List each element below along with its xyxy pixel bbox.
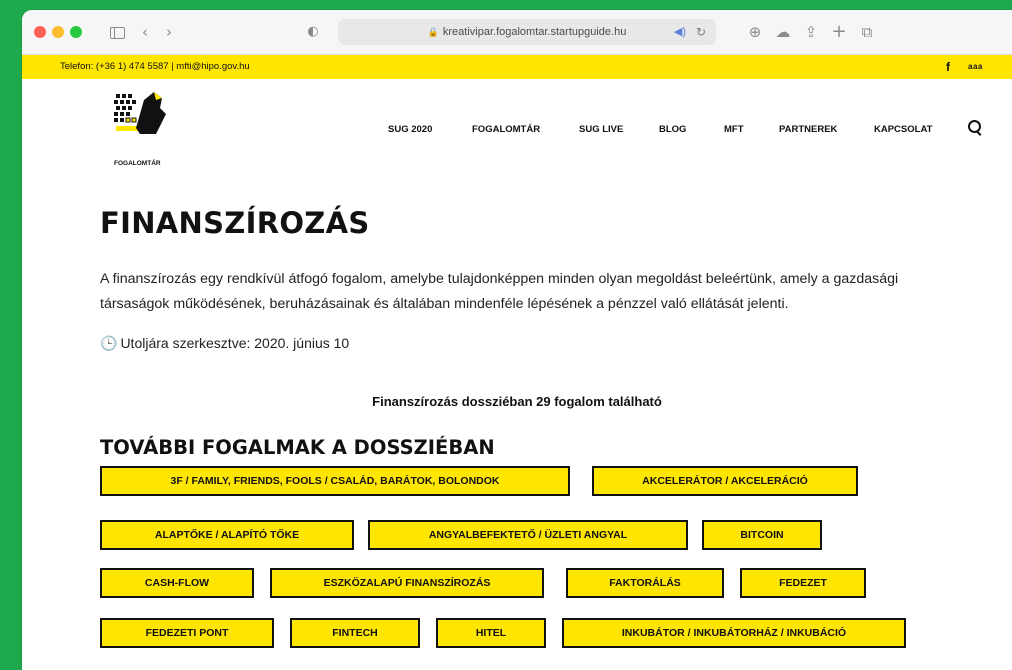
tag-inkubator[interactable]: INKUBÁTOR / INKUBÁTORHÁZ / INKUBÁCIÓ xyxy=(562,618,906,648)
contact-info: Telefon: (+36 1) 474 5587 | mfti@hipo.go… xyxy=(60,61,250,72)
last-edited: 🕒 Utoljára szerkesztve: 2020. június 10 xyxy=(100,335,349,352)
accessibility-icon[interactable]: ааа xyxy=(968,55,983,79)
nav-sug-live[interactable]: SUG LIVE xyxy=(579,122,623,138)
contact-topbar: Telefon: (+36 1) 474 5587 | mfti@hipo.go… xyxy=(22,55,1012,79)
address-text-wrap: 🔒 kreativipar.fogalomtar.startupguide.hu xyxy=(338,19,716,45)
tag-hitel[interactable]: HITEL xyxy=(436,618,546,648)
tag-cash-flow[interactable]: CASH-FLOW xyxy=(100,568,254,598)
zoom-window-button[interactable] xyxy=(70,26,82,38)
nav-partnerek[interactable]: PARTNEREK xyxy=(779,122,837,138)
url-text: kreativipar.fogalomtar.startupguide.hu xyxy=(442,26,627,38)
nav-fogalomtar[interactable]: FOGALOMTÁR xyxy=(472,122,540,138)
nav-blog[interactable]: BLOG xyxy=(659,122,686,138)
nav-sug-2020[interactable]: SUG 2020 xyxy=(388,122,432,138)
reload-icon[interactable]: ↻ xyxy=(696,19,706,45)
clock-icon: 🕒 xyxy=(100,336,118,352)
intro-paragraph: A finanszírozás egy rendkívül átfogó fog… xyxy=(100,271,899,312)
back-arrow-icon[interactable]: ‹ xyxy=(134,20,156,44)
minimize-window-button[interactable] xyxy=(52,26,64,38)
tag-fedezet[interactable]: FEDEZET xyxy=(740,568,866,598)
tag-3f[interactable]: 3F / FAMILY, FRIENDS, FOOLS / CSALÁD, BA… xyxy=(100,466,570,496)
tag-fintech[interactable]: FINTECH xyxy=(290,618,420,648)
tag-faktoralas[interactable]: FAKTORÁLÁS xyxy=(566,568,724,598)
facebook-icon[interactable]: f xyxy=(946,55,950,79)
last-edited-text: Utoljára szerkesztve: 2020. június 10 xyxy=(120,335,350,351)
download-icon[interactable]: ⊕ xyxy=(744,20,766,44)
privacy-shield-icon[interactable]: ◐ xyxy=(302,20,324,44)
tag-bitcoin[interactable]: BITCOIN xyxy=(702,520,822,550)
section-title: TOVÁBBI FOGALMAK A DOSSZIÉBAN xyxy=(100,436,495,459)
browser-toolbar: ‹ › ◐ 🔒 kreativipar.fogalomtar.startupgui… xyxy=(22,10,1012,55)
nav-kapcsolat[interactable]: KAPCSOLAT xyxy=(874,122,932,138)
tag-eszkozalapu[interactable]: ESZKÖZALAPÚ FINANSZÍROZÁS xyxy=(270,568,544,598)
new-tab-icon[interactable]: + xyxy=(828,20,850,44)
startup-guide-logo[interactable] xyxy=(110,88,174,160)
sidebar-toggle-icon[interactable] xyxy=(106,20,128,44)
forward-arrow-icon[interactable]: › xyxy=(158,20,180,44)
lock-icon: 🔒 xyxy=(427,27,439,37)
nav-mft[interactable]: MFT xyxy=(724,122,744,138)
browser-window: ‹ › ◐ 🔒 kreativipar.fogalomtar.startupgui… xyxy=(22,10,1012,670)
close-window-button[interactable] xyxy=(34,26,46,38)
tab-overview-icon[interactable]: ⧉ xyxy=(856,20,878,44)
tag-akcelerator[interactable]: AKCELERÁTOR / AKCELERÁCIÓ xyxy=(592,466,858,496)
search-icon[interactable] xyxy=(968,120,981,133)
page-title: FINANSZÍROZÁS xyxy=(100,206,370,240)
logo-caption: FOGALOMTÁR xyxy=(114,160,161,167)
address-bar[interactable]: 🔒 kreativipar.fogalomtar.startupguide.hu … xyxy=(338,19,716,45)
icloud-tabs-icon[interactable]: ☁ xyxy=(772,20,794,44)
tag-fedezeti-pont[interactable]: FEDEZETI PONT xyxy=(100,618,274,648)
speaker-icon[interactable]: ◀) xyxy=(674,19,686,45)
dossier-count: Finanszírozás dossziéban 29 fogalom talá… xyxy=(372,394,662,409)
tag-angyalbefekteto[interactable]: ANGYALBEFEKTETŐ / ÜZLETI ANGYAL xyxy=(368,520,688,550)
share-icon[interactable]: ⇪ xyxy=(800,20,822,44)
tag-alaptoke[interactable]: ALAPTŐKE / ALAPÍTÓ TŐKE xyxy=(100,520,354,550)
